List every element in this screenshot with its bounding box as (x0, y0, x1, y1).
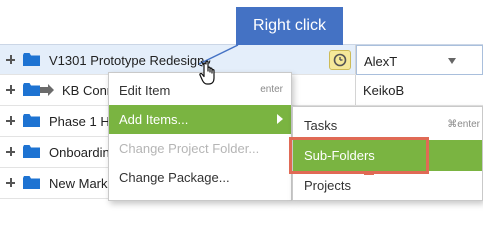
expand-icon[interactable] (6, 85, 15, 94)
menu-item-add-items[interactable]: Add Items... (109, 105, 291, 134)
owner-name: KeikoB (363, 83, 405, 98)
submenu-item-label: Tasks (304, 118, 338, 133)
folder-icon (23, 145, 40, 158)
folder-icon (23, 83, 40, 96)
add-items-submenu: Tasks ⌘enter Sub-Folders Projects (292, 106, 483, 201)
expand-icon[interactable] (6, 55, 15, 64)
menu-item-change-package[interactable]: Change Package... (109, 163, 291, 192)
owner-name: AlexT (364, 54, 398, 69)
chevron-down-icon[interactable] (448, 58, 456, 64)
submenu-item-tasks[interactable]: Tasks ⌘enter (293, 110, 482, 141)
right-click-callout: Right click (236, 7, 343, 45)
chevron-right-icon (277, 114, 283, 124)
timer-icon (333, 53, 347, 67)
owner-cell[interactable]: KeikoB (356, 75, 483, 105)
timer-button[interactable] (329, 50, 351, 70)
menu-item-change-project-folder: Change Project Folder... (109, 134, 291, 163)
item-name[interactable]: Onboarding (49, 145, 117, 160)
hand-cursor-icon (199, 60, 221, 86)
submenu-item-sub-folders[interactable]: Sub-Folders (293, 140, 482, 171)
submenu-item-label: Projects (304, 178, 351, 193)
expand-icon[interactable] (6, 147, 15, 156)
item-name[interactable]: Phase 1 He (49, 114, 117, 129)
item-name[interactable]: V1301 Prototype Redesign (49, 53, 204, 68)
menu-item-label: Change Project Folder... (119, 141, 260, 156)
item-name[interactable]: New Marke (49, 176, 115, 191)
item-name[interactable]: KB Conn (62, 83, 114, 98)
menu-item-label: Edit Item (119, 83, 171, 98)
folder-icon (23, 114, 40, 127)
context-menu: Edit Item enter Add Items... Change Proj… (108, 72, 292, 201)
submenu-item-projects[interactable]: Projects (293, 170, 482, 201)
menu-item-label: Change Package... (119, 170, 230, 185)
submenu-item-label: Sub-Folders (304, 148, 375, 163)
menu-item-label: Add Items... (119, 112, 189, 127)
folder-icon (23, 176, 40, 189)
table-row[interactable]: V1301 Prototype Redesign AlexT (0, 44, 483, 75)
expand-icon[interactable] (6, 116, 15, 125)
menu-item-shortcut: enter (260, 84, 283, 95)
expand-icon[interactable] (6, 178, 15, 187)
shared-folder-icon (40, 84, 54, 96)
submenu-item-shortcut: ⌘enter (447, 119, 480, 130)
annotation-marker (364, 171, 374, 175)
folder-icon (23, 53, 40, 66)
owner-dropdown[interactable]: AlexT (356, 45, 483, 75)
